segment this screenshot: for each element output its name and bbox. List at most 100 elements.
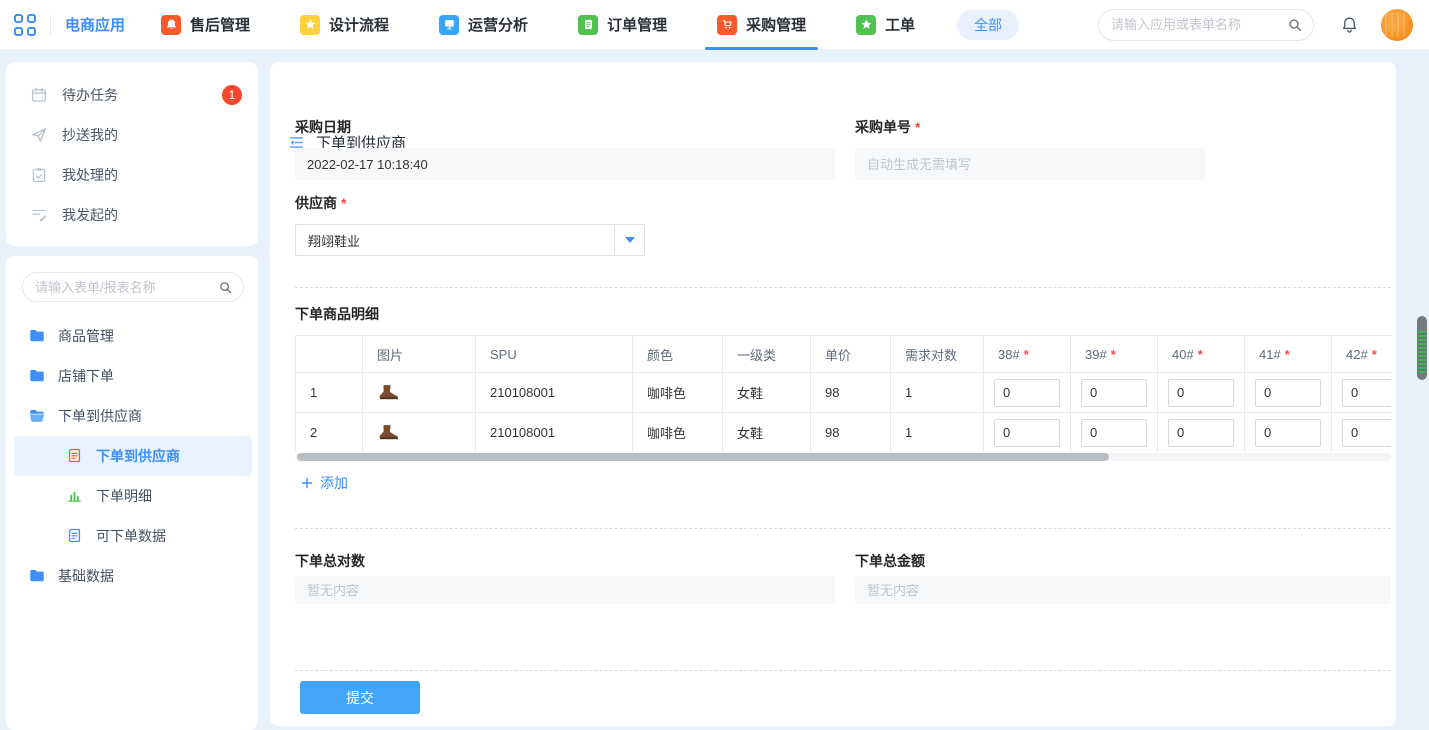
supplier-select[interactable]: 翔翊鞋业	[295, 224, 645, 256]
form-item-order-detail[interactable]: 下单明细	[14, 476, 252, 516]
todo-count-badge: 1	[222, 85, 242, 105]
col-spu: SPU	[476, 336, 633, 373]
topbar-divider	[50, 15, 51, 35]
size-39-input[interactable]	[1081, 419, 1147, 447]
cell-category: 女鞋	[723, 373, 811, 413]
vertical-scrollbar[interactable]	[1417, 316, 1427, 380]
form-item-orderable-data[interactable]: 可下单数据	[14, 516, 252, 556]
size-39-input[interactable]	[1081, 379, 1147, 407]
field-label-purchase-date: 采购日期	[295, 117, 351, 137]
sidebar-item-handled-by-me[interactable]: 我处理的	[6, 155, 258, 195]
bar-chart-icon	[66, 487, 84, 505]
notifications-bell-icon[interactable]	[1340, 15, 1359, 34]
tab-operations-analysis[interactable]: 运营分析	[439, 0, 528, 50]
product-thumbnail[interactable]	[377, 423, 475, 442]
folder-basic-data[interactable]: 基础数据	[6, 556, 258, 596]
task-label: 待办任务	[62, 85, 118, 105]
folder-shop-order[interactable]: 店铺下单	[6, 356, 258, 396]
row-index: 1	[296, 373, 363, 413]
size-38-input[interactable]	[994, 379, 1060, 407]
size-41-input[interactable]	[1255, 419, 1321, 447]
send-icon	[30, 126, 48, 144]
cell-spu: 210108001	[476, 373, 633, 413]
clipboard-check-icon	[30, 166, 48, 184]
topbar: 电商应用 售后管理 设计流程 运营分析 订单管理 采购管理 工单 全部	[0, 0, 1429, 50]
table-row: 1 210108001 咖啡色 女鞋 98 1	[296, 373, 1392, 413]
subform-table: 图片 SPU 颜色 一级类 单价 需求对数 38#* 39#* 40#* 41#…	[295, 335, 1391, 452]
col-demand: 需求对数	[891, 336, 984, 373]
total-pairs-input	[295, 576, 835, 604]
size-41-input[interactable]	[1255, 379, 1321, 407]
sidebar-item-todo-tasks[interactable]: 待办任务 1	[6, 75, 258, 115]
purchase-no-input	[855, 148, 1205, 180]
form-item-order-to-supplier[interactable]: 下单到供应商	[14, 436, 252, 476]
cell-color: 咖啡色	[633, 413, 723, 453]
size-42-input[interactable]	[1342, 419, 1391, 447]
task-label: 我处理的	[62, 165, 118, 185]
global-search[interactable]	[1098, 9, 1314, 41]
sidebar-item-initiated-by-me[interactable]: 我发起的	[6, 195, 258, 235]
col-size-41: 41#*	[1245, 336, 1332, 373]
star-app-icon	[856, 15, 876, 35]
doc-blue-icon	[66, 527, 84, 545]
submit-button[interactable]: 提交	[300, 681, 420, 714]
section-divider	[295, 287, 1391, 288]
tab-label: 采购管理	[746, 14, 806, 35]
tab-design-flow[interactable]: 设计流程	[300, 0, 389, 50]
size-42-input[interactable]	[1342, 379, 1391, 407]
size-40-input[interactable]	[1168, 419, 1234, 447]
form-search[interactable]	[22, 272, 244, 302]
folder-product-management[interactable]: 商品管理	[6, 316, 258, 356]
form-page: 下单到供应商 采购日期 采购单号* 供应商* 翔翊鞋业 下单商品明细 图片 SP…	[270, 62, 1396, 726]
subform-label: 下单商品明细	[295, 304, 379, 324]
col-size-38: 38#*	[984, 336, 1071, 373]
cell-spu: 210108001	[476, 413, 633, 453]
current-app-name[interactable]: 电商应用	[65, 14, 125, 35]
folder-icon	[28, 327, 46, 345]
folder-icon	[28, 367, 46, 385]
folder-order-to-supplier[interactable]: 下单到供应商	[6, 396, 258, 436]
tab-label: 售后管理	[190, 14, 250, 35]
total-amount-input	[855, 576, 1391, 604]
sidebar-item-cc-to-me[interactable]: 抄送我的	[6, 115, 258, 155]
product-thumbnail[interactable]	[377, 383, 475, 402]
horizontal-scrollbar[interactable]	[297, 453, 1109, 461]
tab-label: 工单	[885, 14, 915, 35]
purchase-date-input[interactable]	[295, 148, 835, 180]
bell-app-icon	[161, 15, 181, 35]
size-38-input[interactable]	[994, 419, 1060, 447]
chevron-down-icon	[614, 225, 644, 255]
size-40-input[interactable]	[1168, 379, 1234, 407]
all-apps-button[interactable]: 全部	[957, 10, 1019, 40]
col-size-42: 42#*	[1332, 336, 1392, 373]
star-app-icon	[300, 15, 320, 35]
tab-label: 订单管理	[607, 14, 667, 35]
task-label: 抄送我的	[62, 125, 118, 145]
add-row-button[interactable]: 添加	[300, 473, 348, 493]
search-icon	[1287, 17, 1303, 33]
document-app-icon	[578, 15, 598, 35]
task-panel: 待办任务 1 抄送我的 我处理的 我发起的	[6, 62, 258, 246]
cell-demand: 1	[891, 413, 984, 453]
tab-after-sales[interactable]: 售后管理	[161, 0, 250, 50]
apps-grid-icon[interactable]	[14, 14, 36, 36]
tab-procurement-management[interactable]: 采购管理	[717, 0, 806, 50]
cell-category: 女鞋	[723, 413, 811, 453]
avatar[interactable]	[1381, 9, 1413, 41]
field-label-total-amount: 下单总金额	[855, 551, 925, 571]
tab-order-management[interactable]: 订单管理	[578, 0, 667, 50]
global-search-input[interactable]	[1111, 17, 1287, 32]
field-label-purchase-no: 采购单号*	[855, 117, 920, 137]
form-tree-panel: 商品管理 店铺下单 下单到供应商 下单到供应商 下单明细 可下单数据 基础数	[6, 256, 258, 730]
row-index: 2	[296, 413, 363, 453]
task-label: 我发起的	[62, 205, 118, 225]
col-category: 一级类	[723, 336, 811, 373]
tab-work-order[interactable]: 工单	[856, 0, 915, 50]
monitor-app-icon	[439, 15, 459, 35]
footer-divider	[295, 670, 1391, 671]
form-search-input[interactable]	[35, 280, 218, 295]
cell-color: 咖啡色	[633, 373, 723, 413]
supplier-selected-value: 翔翊鞋业	[296, 231, 614, 250]
field-label-total-pairs: 下单总对数	[295, 551, 365, 571]
folder-icon	[28, 567, 46, 585]
